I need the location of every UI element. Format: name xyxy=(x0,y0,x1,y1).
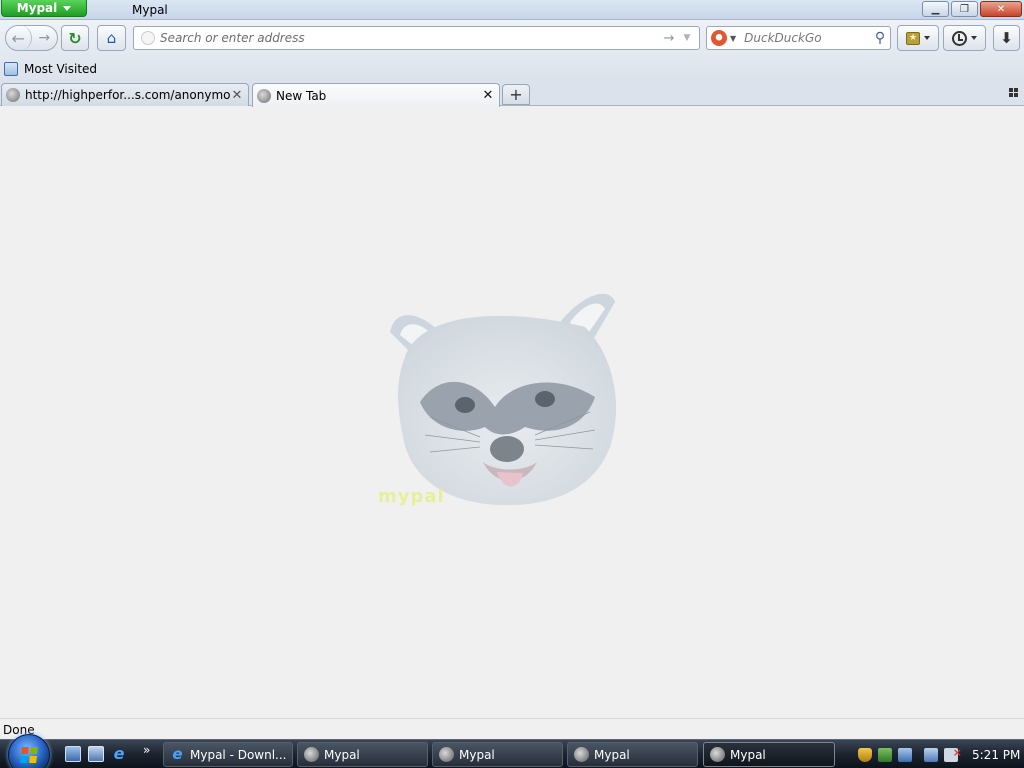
bookmarks-toolbar: Most Visited xyxy=(0,57,1024,82)
plus-icon: + xyxy=(509,85,523,104)
home-icon: ⌂ xyxy=(106,29,117,47)
raccoon-mascot-logo xyxy=(390,293,617,506)
tab-close-icon[interactable]: ✕ xyxy=(481,88,495,103)
tab-highperfor[interactable]: http://highperfor...s.com/anonymous/ ✕ xyxy=(1,83,249,106)
globe-icon xyxy=(257,88,271,103)
reload-icon: ↻ xyxy=(68,28,82,48)
chevron-down-icon xyxy=(971,36,977,40)
bookmark-star-icon: ★ xyxy=(906,31,920,45)
switch-windows-icon[interactable] xyxy=(88,746,104,762)
taskbar-button-label: Mypal xyxy=(594,747,630,762)
windows-taskbar: e » e Mypal - Downl... Mypal Mypal Mypal… xyxy=(0,734,1024,768)
most-visited-icon xyxy=(4,62,18,76)
tab-new-tab[interactable]: New Tab ✕ xyxy=(252,83,500,107)
taskbar-button-mypal-download[interactable]: e Mypal - Downl... xyxy=(163,742,293,767)
taskbar-button-mypal-3[interactable]: Mypal xyxy=(567,742,698,767)
app-menu-label: Mypal xyxy=(16,1,58,15)
site-identity-icon[interactable] xyxy=(141,31,155,45)
most-visited-folder[interactable]: Most Visited xyxy=(4,62,97,76)
clock-icon xyxy=(952,30,967,46)
quick-launch-more-icon[interactable]: » xyxy=(143,743,150,757)
downloads-button[interactable]: ⬇ xyxy=(993,25,1020,51)
taskbar-button-label: Mypal xyxy=(324,747,360,762)
network-status-icon[interactable] xyxy=(898,747,912,762)
navigation-toolbar: ← → ↻ ⌂ → ▼ ▼ ⚲ ★ ⬇ xyxy=(0,21,1024,57)
forward-arrow-icon: → xyxy=(38,30,51,46)
mypal-icon xyxy=(710,747,725,762)
duckduckgo-icon[interactable] xyxy=(711,30,727,46)
display-icon[interactable] xyxy=(924,747,938,762)
url-dropdown-icon[interactable]: ▼ xyxy=(678,33,696,43)
taskbar-button-mypal-1[interactable]: Mypal xyxy=(297,742,428,767)
back-forward-group: ← → xyxy=(5,25,58,51)
tab-label: http://highperfor...s.com/anonymous/ xyxy=(25,88,230,102)
chevron-down-icon xyxy=(924,36,930,40)
reload-button[interactable]: ↻ xyxy=(61,25,89,51)
go-arrow-icon[interactable]: → xyxy=(660,31,678,46)
volume-muted-icon[interactable] xyxy=(944,746,962,762)
address-input[interactable] xyxy=(160,31,660,45)
mypal-watermark: mypal xyxy=(378,486,445,507)
system-tray: 5:21 PM xyxy=(852,742,1022,767)
home-button[interactable]: ⌂ xyxy=(97,25,126,51)
taskbar-button-label: Mypal - Downl... xyxy=(190,747,287,762)
internet-explorer-icon: e xyxy=(172,745,183,763)
new-tab-button[interactable]: + xyxy=(502,84,530,105)
search-bar: ▼ ⚲ xyxy=(706,26,891,50)
taskbar-button-label: Mypal xyxy=(459,747,495,762)
tab-label: New Tab xyxy=(276,88,327,103)
taskbar-clock[interactable]: 5:21 PM xyxy=(972,748,1020,762)
bookmarks-menu-button[interactable]: ★ xyxy=(897,25,939,51)
mypal-icon xyxy=(304,747,319,762)
tab-close-icon[interactable]: ✕ xyxy=(230,88,244,103)
search-engine-dropdown-icon[interactable]: ▼ xyxy=(730,34,736,43)
chevron-down-icon xyxy=(63,5,72,11)
mypal-icon xyxy=(439,747,454,762)
window-title: Mypal xyxy=(132,3,168,17)
back-arrow-icon: ← xyxy=(11,28,25,48)
restore-button[interactable]: ❐ xyxy=(951,1,978,17)
back-button[interactable]: ← xyxy=(6,25,32,51)
tab-strip: http://highperfor...s.com/anonymous/ ✕ N… xyxy=(0,82,1024,107)
mypal-icon xyxy=(574,747,589,762)
most-visited-label: Most Visited xyxy=(24,62,98,76)
title-bar: Mypal Mypal ▁ ❐ ✕ xyxy=(0,0,1024,20)
taskbar-button-label: Mypal xyxy=(730,747,766,762)
history-button[interactable] xyxy=(943,25,986,51)
download-arrow-icon: ⬇ xyxy=(1000,29,1013,47)
show-desktop-icon[interactable] xyxy=(65,746,81,762)
status-bar: Done xyxy=(0,718,1024,739)
taskbar-button-mypal-2[interactable]: Mypal xyxy=(432,742,563,767)
internet-explorer-icon[interactable]: e xyxy=(111,746,127,762)
url-bar: → ▼ xyxy=(133,26,700,50)
minimize-button[interactable]: ▁ xyxy=(922,1,949,17)
window-controls: ▁ ❐ ✕ xyxy=(922,1,1022,17)
windows-logo-icon xyxy=(20,747,38,763)
globe-icon xyxy=(6,88,20,102)
network-icon[interactable] xyxy=(878,747,892,762)
taskbar-button-mypal-active[interactable]: Mypal xyxy=(703,742,835,767)
new-tab-page: mypal xyxy=(0,107,1024,718)
app-menu-button[interactable]: Mypal xyxy=(1,0,87,17)
security-shield-icon[interactable] xyxy=(858,747,872,762)
search-input[interactable] xyxy=(744,31,870,45)
forward-button[interactable]: → xyxy=(32,30,57,46)
start-button[interactable] xyxy=(8,734,50,768)
list-all-tabs-icon[interactable] xyxy=(1009,88,1018,97)
close-button[interactable]: ✕ xyxy=(980,1,1022,17)
search-icon[interactable]: ⚲ xyxy=(870,30,890,46)
